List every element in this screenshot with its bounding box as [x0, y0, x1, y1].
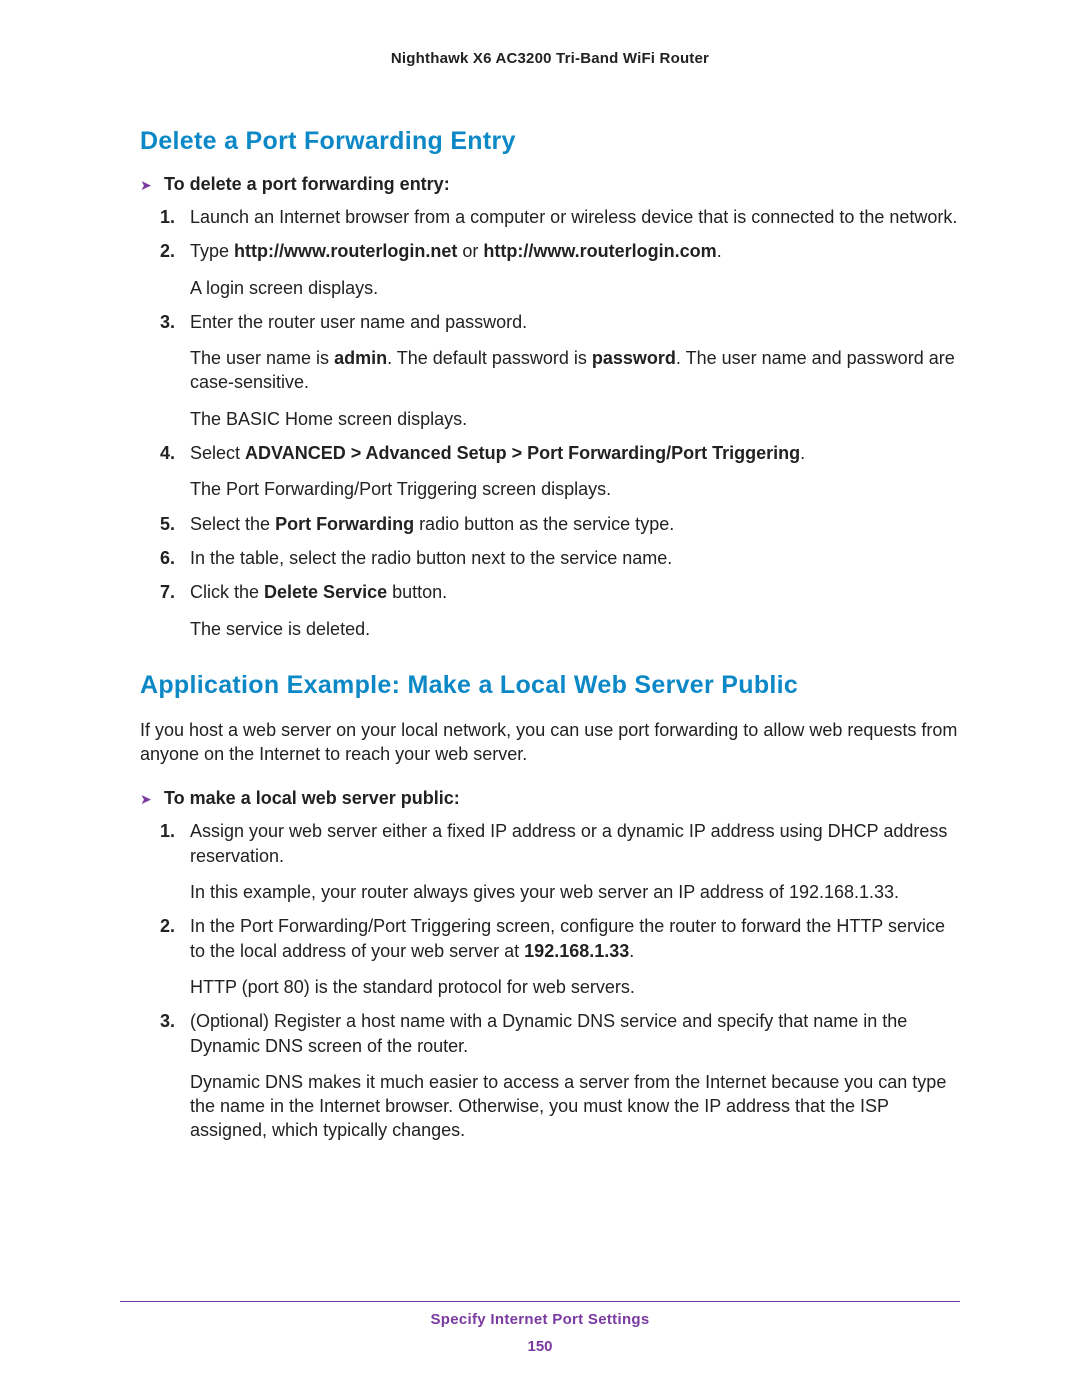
step-number: 6. [160, 546, 175, 570]
step-7: 7. Click the Delete Service button. The … [186, 580, 960, 641]
step-note: Dynamic DNS makes it much easier to acce… [190, 1070, 960, 1143]
step-3: 3. (Optional) Register a host name with … [186, 1009, 960, 1142]
footer-divider [120, 1301, 960, 1302]
arrow-right-icon: ➤ [140, 791, 154, 808]
step-note: In this example, your router always give… [190, 880, 960, 904]
step-text: Click the Delete Service button. [190, 582, 447, 602]
step-5: 5. Select the Port Forwarding radio butt… [186, 512, 960, 536]
step-text: Select ADVANCED > Advanced Setup > Port … [190, 443, 805, 463]
step-1: 1. Assign your web server either a fixed… [186, 819, 960, 904]
step-number: 2. [160, 914, 175, 938]
procedure-lead-text: To delete a port forwarding entry: [164, 174, 450, 195]
step-note: The Port Forwarding/Port Triggering scre… [190, 477, 960, 501]
document-page: Nighthawk X6 AC3200 Tri-Band WiFi Router… [0, 0, 1080, 1397]
running-header: Nighthawk X6 AC3200 Tri-Band WiFi Router [140, 50, 960, 67]
step-text: In the Port Forwarding/Port Triggering s… [190, 916, 945, 960]
procedure-lead: ➤ To delete a port forwarding entry: [140, 174, 960, 195]
footer-chapter-title: Specify Internet Port Settings [0, 1311, 1080, 1328]
step-text: Enter the router user name and password. [190, 312, 527, 332]
step-number: 7. [160, 580, 175, 604]
step-1: 1. Launch an Internet browser from a com… [186, 205, 960, 229]
arrow-right-icon: ➤ [140, 177, 154, 194]
procedure-steps-delete: 1. Launch an Internet browser from a com… [140, 205, 960, 641]
step-2: 2. In the Port Forwarding/Port Triggerin… [186, 914, 960, 999]
step-note: A login screen displays. [190, 276, 960, 300]
section-heading-example: Application Example: Make a Local Web Se… [140, 671, 960, 700]
step-number: 5. [160, 512, 175, 536]
step-note: The service is deleted. [190, 617, 960, 641]
step-text: Launch an Internet browser from a comput… [190, 207, 957, 227]
step-note: HTTP (port 80) is the standard protocol … [190, 975, 960, 999]
step-text: Select the Port Forwarding radio button … [190, 514, 674, 534]
step-2: 2. Type http://www.routerlogin.net or ht… [186, 239, 960, 300]
step-3: 3. Enter the router user name and passwo… [186, 310, 960, 431]
step-note: The BASIC Home screen displays. [190, 407, 960, 431]
step-text: Type http://www.routerlogin.net or http:… [190, 241, 722, 261]
step-number: 2. [160, 239, 175, 263]
section-intro: If you host a web server on your local n… [140, 718, 960, 767]
page-footer: Specify Internet Port Settings 150 [0, 1311, 1080, 1355]
step-6: 6. In the table, select the radio button… [186, 546, 960, 570]
step-text: In the table, select the radio button ne… [190, 548, 672, 568]
procedure-lead: ➤ To make a local web server public: [140, 788, 960, 809]
step-number: 1. [160, 205, 175, 229]
procedure-lead-text: To make a local web server public: [164, 788, 460, 809]
step-note: The user name is admin. The default pass… [190, 346, 960, 395]
step-number: 3. [160, 310, 175, 334]
step-number: 1. [160, 819, 175, 843]
step-4: 4. Select ADVANCED > Advanced Setup > Po… [186, 441, 960, 502]
step-number: 3. [160, 1009, 175, 1033]
step-number: 4. [160, 441, 175, 465]
section-heading-delete: Delete a Port Forwarding Entry [140, 127, 960, 156]
procedure-steps-public: 1. Assign your web server either a fixed… [140, 819, 960, 1142]
step-text: (Optional) Register a host name with a D… [190, 1011, 907, 1055]
footer-page-number: 150 [0, 1338, 1080, 1355]
step-text: Assign your web server either a fixed IP… [190, 821, 947, 865]
